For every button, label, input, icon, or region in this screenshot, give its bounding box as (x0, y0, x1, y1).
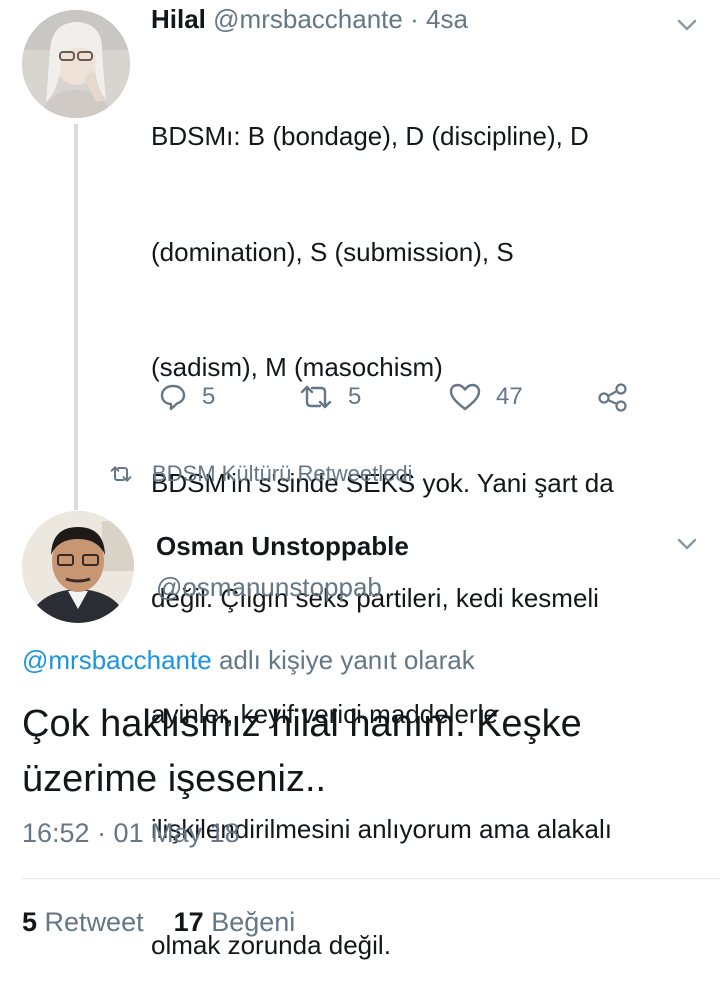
reply-button[interactable]: 5 (158, 377, 215, 417)
display-name[interactable]: Hilal (151, 4, 206, 34)
reply-to-link[interactable]: @mrsbacchante (22, 645, 212, 675)
tweet-line: (domination), S (submission), S (151, 236, 514, 267)
like-count: 47 (496, 383, 523, 410)
like-stat-count: 17 (173, 907, 204, 937)
reply-count: 5 (202, 383, 216, 410)
timestamp[interactable]: 4sa (426, 4, 468, 34)
reply-context: @mrsbacchante adlı kişiye yanıt olarak (22, 645, 475, 676)
handle[interactable]: @mrsbacchante (213, 4, 403, 34)
tweet1-header: Hilal @mrsbacchante · 4sa (151, 4, 468, 35)
avatar[interactable] (22, 10, 130, 118)
heart-icon (449, 383, 481, 411)
tweet-stats: 5 Retweet 17 Beğeni (22, 907, 295, 938)
handle[interactable]: @osmanunstoppab (156, 572, 382, 603)
retweeted-by[interactable]: BDSM Kültürü Retweetledi (108, 457, 412, 491)
chevron-down-icon[interactable] (674, 12, 700, 38)
tweet1-text: BDSMı: B (bondage), D (discipline), D (d… (151, 40, 696, 1003)
avatar-photo (22, 10, 130, 118)
tweet-line: Çok haklısınız hilal hanım. Keşke (22, 703, 582, 745)
divider (22, 878, 720, 879)
share-icon (598, 383, 627, 412)
tweet-line: BDSMı: B (bondage), D (discipline), D (151, 121, 589, 151)
thread-line (74, 124, 78, 510)
retweet-stat-count: 5 (22, 907, 38, 937)
display-name[interactable]: Osman Unstoppable (156, 531, 409, 562)
share-button[interactable] (596, 377, 630, 417)
avatar[interactable] (22, 511, 134, 623)
retweet-icon (300, 385, 332, 409)
chevron-down-icon[interactable] (674, 531, 700, 557)
reply-to-suffix: adlı kişiye yanıt olarak (218, 645, 475, 675)
reply-icon (160, 384, 186, 411)
retweet-stat[interactable]: 5 Retweet (22, 907, 144, 937)
like-stat-label: Beğeni (211, 907, 296, 937)
like-button[interactable]: 47 (448, 377, 523, 417)
separator: · (410, 4, 419, 34)
tweet2-text: Çok haklısınız hilal hanım. Keşke üzerim… (22, 697, 702, 807)
retweeted-by-label: BDSM Kültürü Retweetledi (152, 461, 413, 486)
timestamp[interactable]: 16:52 · 01 May 18 (22, 818, 240, 849)
retweet-button[interactable]: 5 (298, 377, 361, 417)
tweet-line: üzerime işeseniz.. (22, 758, 327, 800)
like-stat[interactable]: 17 Beğeni (174, 907, 296, 937)
avatar-photo (22, 511, 134, 623)
retweet-stat-label: Retweet (44, 907, 144, 937)
retweet-icon (110, 466, 132, 482)
retweet-count: 5 (348, 383, 362, 410)
